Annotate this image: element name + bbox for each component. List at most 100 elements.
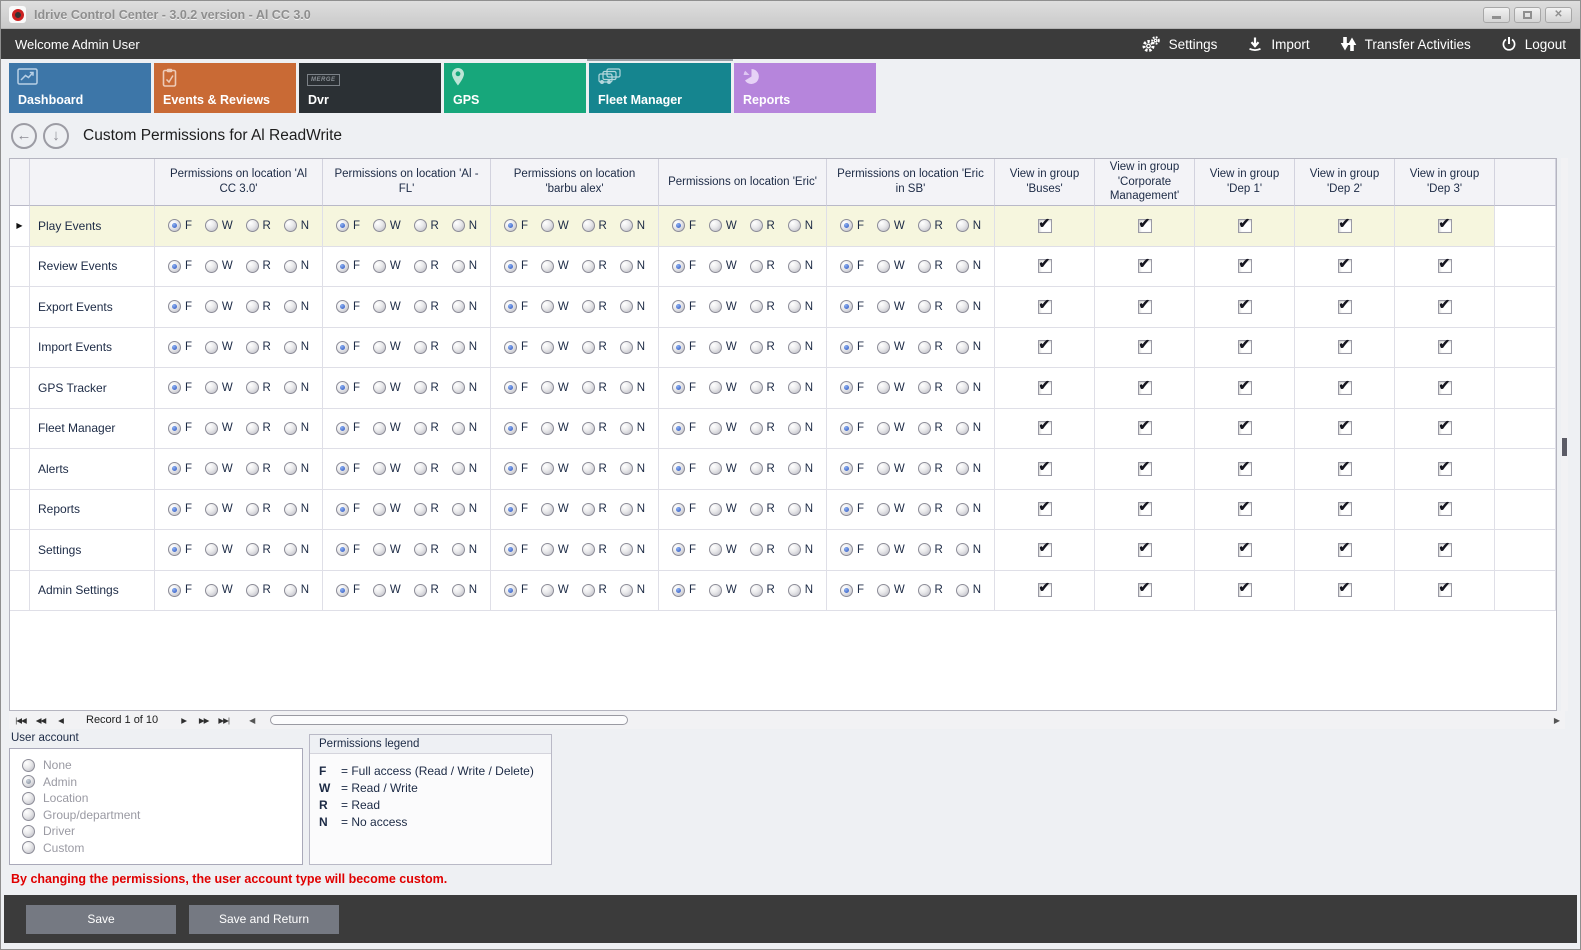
group-checkbox[interactable] [1038,462,1052,476]
radio-f-option[interactable]: F [168,219,192,232]
radio-n-option[interactable]: N [620,341,645,354]
radio-f-option[interactable]: F [840,503,864,516]
group-checkbox[interactable] [1138,462,1152,476]
radio-r-option[interactable]: R [918,462,943,475]
group-checkbox[interactable] [1438,421,1452,435]
radio-r-option[interactable]: R [414,543,439,556]
radio-r-option[interactable]: R [414,300,439,313]
radio-f-option[interactable]: F [336,260,360,273]
group-checkbox[interactable] [1338,462,1352,476]
group-checkbox[interactable] [1138,421,1152,435]
radio-n-option[interactable]: N [788,503,813,516]
radio-r-option[interactable]: R [414,260,439,273]
radio-n-option[interactable]: N [956,381,981,394]
radio-f-option[interactable]: F [336,219,360,232]
group-checkbox[interactable] [1138,543,1152,557]
radio-w-option[interactable]: W [373,584,401,597]
group-checkbox[interactable] [1238,259,1252,273]
radio-r-option[interactable]: R [246,462,271,475]
radio-n-option[interactable]: N [284,341,309,354]
prev-page-button[interactable]: ◀◀ [34,716,47,725]
radio-n-option[interactable]: N [284,422,309,435]
radio-n-option[interactable]: N [284,381,309,394]
radio-n-option[interactable]: N [452,341,477,354]
radio-w-option[interactable]: W [373,381,401,394]
radio-n-option[interactable]: N [788,381,813,394]
radio-r-option[interactable]: R [414,584,439,597]
radio-w-option[interactable]: W [877,462,905,475]
group-checkbox[interactable] [1238,340,1252,354]
radio-r-option[interactable]: R [414,462,439,475]
radio-n-option[interactable]: N [620,381,645,394]
tab-events-reviews[interactable]: Events & Reviews [154,63,296,113]
radio-f-option[interactable]: F [672,503,696,516]
radio-w-option[interactable]: W [877,584,905,597]
radio-r-option[interactable]: R [582,584,607,597]
group-checkbox[interactable] [1038,543,1052,557]
radio-r-option[interactable]: R [246,543,271,556]
group-checkbox[interactable] [1138,219,1152,233]
group-checkbox[interactable] [1038,259,1052,273]
next-record-button[interactable]: ▶ [177,716,190,725]
radio-w-option[interactable]: W [373,543,401,556]
radio-r-option[interactable]: R [582,341,607,354]
radio-f-option[interactable]: F [840,543,864,556]
radio-f-option[interactable]: F [168,584,192,597]
radio-f-option[interactable]: F [840,584,864,597]
radio-r-option[interactable]: R [918,422,943,435]
radio-f-option[interactable]: F [168,260,192,273]
group-checkbox[interactable] [1138,381,1152,395]
radio-r-option[interactable]: R [414,219,439,232]
group-checkbox[interactable] [1438,543,1452,557]
radio-n-option[interactable]: N [788,543,813,556]
radio-w-option[interactable]: W [541,422,569,435]
radio-w-option[interactable]: W [541,219,569,232]
group-checkbox[interactable] [1238,502,1252,516]
radio-n-option[interactable]: N [452,462,477,475]
radio-w-option[interactable]: W [709,503,737,516]
user-account-option-driver[interactable]: Driver [22,824,290,838]
radio-n-option[interactable]: N [452,300,477,313]
radio-w-option[interactable]: W [205,300,233,313]
radio-f-option[interactable]: F [168,341,192,354]
group-checkbox[interactable] [1338,259,1352,273]
radio-w-option[interactable]: W [541,462,569,475]
radio-r-option[interactable]: R [750,260,775,273]
radio-w-option[interactable]: W [877,341,905,354]
radio-w-option[interactable]: W [877,543,905,556]
radio-f-option[interactable]: F [504,219,528,232]
radio-w-option[interactable]: W [205,381,233,394]
user-account-option-custom[interactable]: Custom [22,841,290,855]
minimize-button[interactable] [1483,7,1510,23]
group-checkbox[interactable] [1238,583,1252,597]
radio-n-option[interactable]: N [284,543,309,556]
radio-r-option[interactable]: R [582,381,607,394]
radio-n-option[interactable]: N [284,584,309,597]
horizontal-scrollbar-thumb[interactable] [270,715,628,725]
save-and-return-button[interactable]: Save and Return [189,905,339,934]
radio-w-option[interactable]: W [709,381,737,394]
radio-f-option[interactable]: F [840,260,864,273]
radio-f-option[interactable]: F [672,543,696,556]
first-record-button[interactable]: |◀◀ [14,716,27,725]
radio-n-option[interactable]: N [956,260,981,273]
group-checkbox[interactable] [1438,502,1452,516]
radio-n-option[interactable]: N [452,422,477,435]
radio-w-option[interactable]: W [709,260,737,273]
radio-n-option[interactable]: N [956,341,981,354]
radio-n-option[interactable]: N [620,300,645,313]
radio-r-option[interactable]: R [918,341,943,354]
radio-f-option[interactable]: F [504,462,528,475]
radio-r-option[interactable]: R [750,462,775,475]
import-button[interactable]: Import [1247,36,1309,52]
radio-f-option[interactable]: F [168,462,192,475]
group-checkbox[interactable] [1038,381,1052,395]
radio-r-option[interactable]: R [246,219,271,232]
group-checkbox[interactable] [1138,259,1152,273]
radio-n-option[interactable]: N [620,219,645,232]
group-checkbox[interactable] [1038,219,1052,233]
tab-fleet-manager[interactable]: Fleet Manager [589,63,731,113]
radio-f-option[interactable]: F [504,584,528,597]
radio-n-option[interactable]: N [620,503,645,516]
radio-n-option[interactable]: N [788,300,813,313]
